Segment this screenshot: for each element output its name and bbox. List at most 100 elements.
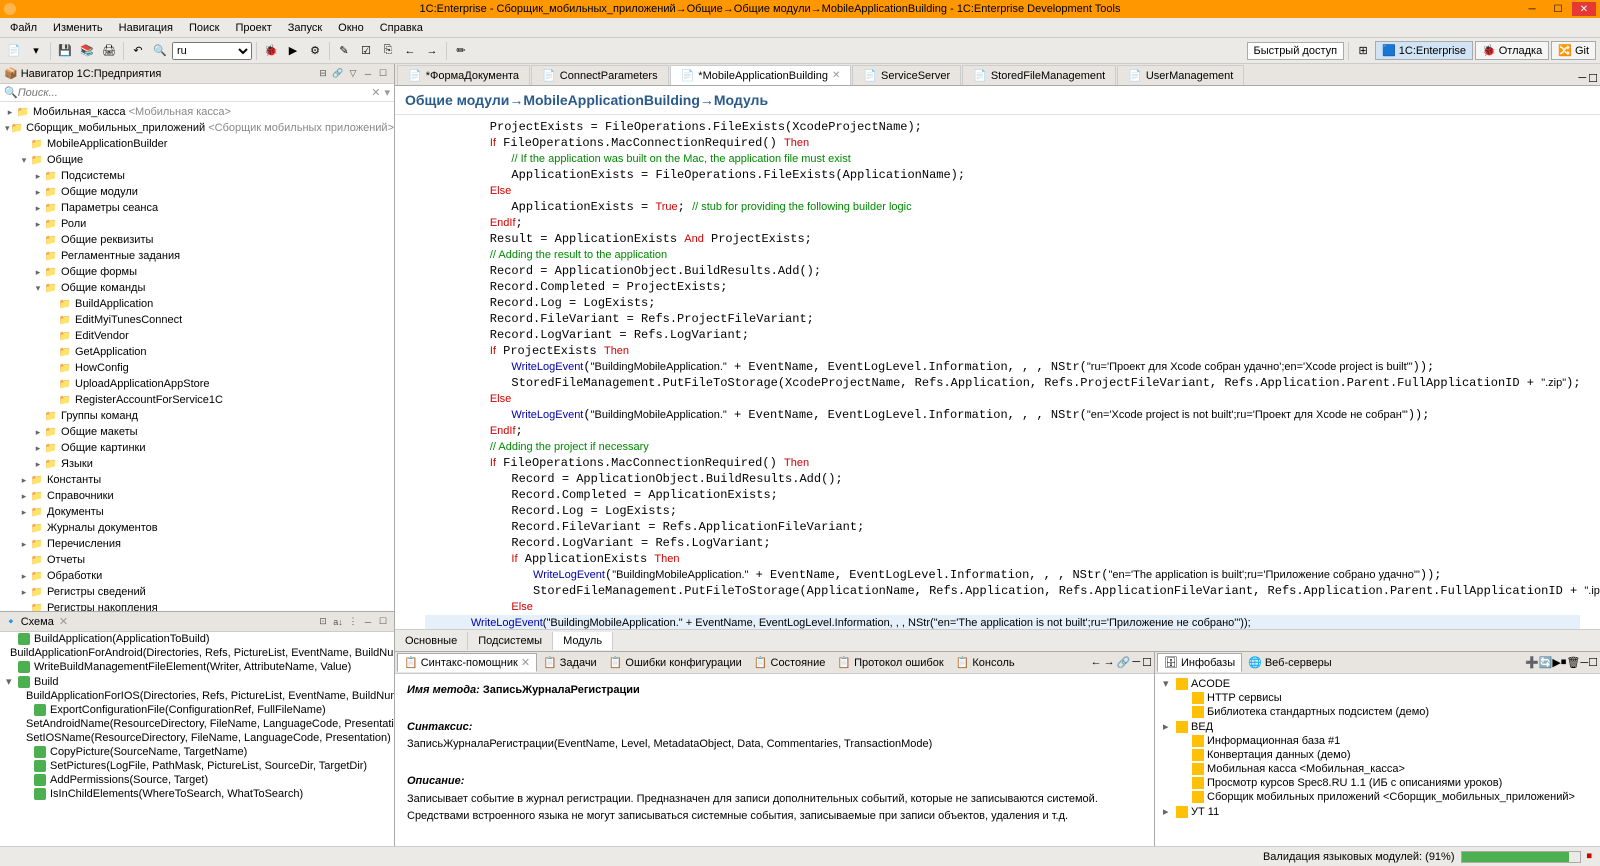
bt-link-icon[interactable]: 🔗 [1117, 656, 1131, 669]
schema-item[interactable]: WriteBuildManagementFileElement(Writer, … [0, 660, 394, 674]
infobase-item[interactable]: ▸ВЕД [1157, 719, 1598, 734]
tree-item[interactable]: ▸📁Общие модули [0, 184, 394, 200]
bt-max-icon[interactable]: ☐ [1142, 656, 1152, 669]
editor-tab[interactable]: 📄*MobileApplicationBuilding✕ [670, 65, 852, 85]
bottom-tab[interactable]: 📋Задачи [537, 654, 603, 671]
tree-item[interactable]: 📁Регистры накопления [0, 600, 394, 611]
tree-item[interactable]: ▸📁Обработки [0, 568, 394, 584]
tree-item[interactable]: ▸📁Константы [0, 472, 394, 488]
schema-max-icon[interactable]: ☐ [376, 615, 390, 629]
tree-item[interactable]: 📁Группы команд [0, 408, 394, 424]
schema-menu-icon[interactable]: ⋮ [346, 615, 360, 629]
sub-tab-Модуль[interactable]: Модуль [553, 632, 613, 650]
perspective-switcher-icon[interactable]: ⊞ [1353, 41, 1373, 61]
ib-del-icon[interactable]: 🗑 [1566, 656, 1580, 669]
help-button[interactable]: ✏ [451, 41, 471, 61]
code-editor[interactable]: ProjectExists = FileOperations.FileExist… [395, 115, 1600, 629]
highlight-button[interactable]: ✎ [334, 41, 354, 61]
schema-item[interactable]: BuildApplication(ApplicationToBuild) [0, 632, 394, 646]
tree-item[interactable]: 📁EditVendor [0, 328, 394, 344]
tree-item[interactable]: ▸📁Параметры сеанса [0, 200, 394, 216]
tree-item[interactable]: 📁UploadApplicationAppStore [0, 376, 394, 392]
close-button[interactable]: ✕ [1572, 2, 1596, 16]
infobase-item[interactable]: Мобильная касса <Мобильная_касса> [1157, 762, 1598, 776]
tree-item[interactable]: 📁Регламентные задания [0, 248, 394, 264]
schema-min-icon[interactable]: ─ [361, 615, 375, 629]
menu-Поиск[interactable]: Поиск [181, 20, 227, 36]
tree-item[interactable]: 📁GetApplication [0, 344, 394, 360]
collapse-all-icon[interactable]: ⊟ [316, 67, 330, 81]
save-button[interactable]: 💾 [55, 41, 75, 61]
search-input[interactable] [18, 87, 372, 99]
nav-back-button[interactable]: ← [400, 41, 420, 61]
infobase-item[interactable]: Информационная база #1 [1157, 734, 1598, 748]
schema-item[interactable]: SetPictures(LogFile, PathMask, PictureLi… [0, 759, 394, 773]
nav-back-icon[interactable]: ← [1091, 656, 1102, 669]
breadcrumb-path[interactable]: Общие модули→MobileApplicationBuilding→М… [405, 92, 768, 108]
tree-item[interactable]: ▸📁Справочники [0, 488, 394, 504]
editor-tab[interactable]: 📄*ФормаДокумента [397, 65, 530, 85]
infobase-item[interactable]: ▾ACODE [1157, 676, 1598, 691]
bottom-tab[interactable]: 📋Протокол ошибок [831, 654, 949, 671]
menu-Окно[interactable]: Окно [330, 20, 372, 36]
tree-item[interactable]: 📁EditMyiTunesConnect [0, 312, 394, 328]
status-stop-icon[interactable]: ⏹ [1587, 850, 1593, 863]
tabs-min-icon[interactable]: ─ [1578, 72, 1586, 85]
tree-item[interactable]: ▸📁Языки [0, 456, 394, 472]
infobase-item[interactable]: Сборщик мобильных приложений <Сборщик_мо… [1157, 790, 1598, 804]
minimize-icon[interactable]: ─ [361, 67, 375, 81]
tree-item[interactable]: ▸📁Общие картинки [0, 440, 394, 456]
maximize-icon[interactable]: ☐ [376, 67, 390, 81]
run-button[interactable]: ▶ [283, 41, 303, 61]
filter-icon[interactable]: ▽ [346, 67, 360, 81]
tree-item[interactable]: ▸📁Общие формы [0, 264, 394, 280]
tree-item[interactable]: ▸📁Перечисления [0, 536, 394, 552]
tree-item[interactable]: ▾📁Общие команды [0, 280, 394, 296]
schema-item[interactable]: SetAndroidName(ResourceDirectory, FileNa… [0, 717, 394, 731]
editor-tab[interactable]: 📄UserManagement [1117, 65, 1244, 85]
menu-Навигация[interactable]: Навигация [111, 20, 181, 36]
quick-access-field[interactable]: Быстрый доступ [1247, 42, 1345, 60]
menu-Запуск[interactable]: Запуск [280, 20, 330, 36]
nav-fwd-icon[interactable]: → [1104, 656, 1115, 669]
language-select[interactable]: ru [172, 42, 252, 60]
bt-min-icon[interactable]: ─ [1132, 656, 1140, 669]
maximize-button[interactable]: ☐ [1546, 2, 1570, 16]
bottom-tab[interactable]: 📋Консоль [950, 654, 1021, 671]
tree-item[interactable]: ▾📁Общие [0, 152, 394, 168]
schema-item[interactable]: BuildApplicationForAndroid(Directories, … [0, 646, 394, 660]
tree-item[interactable]: ▸📁Мобильная_касса <Мобильная касса> [0, 104, 394, 120]
debug-button[interactable]: 🐞 [261, 41, 281, 61]
perspective-git[interactable]: 🔀Git [1551, 41, 1596, 60]
sub-tab-Основные[interactable]: Основные [395, 632, 468, 650]
schema-sort-icon[interactable]: ⊡ [316, 615, 330, 629]
undo-button[interactable]: ↶ [128, 41, 148, 61]
schema-item[interactable]: SetIOSName(ResourceDirectory, FileName, … [0, 731, 394, 745]
ib-run-icon[interactable]: ▶ [1552, 656, 1560, 669]
menu-Файл[interactable]: Файл [2, 20, 45, 36]
tree-item[interactable]: ▸📁Общие макеты [0, 424, 394, 440]
tabs-max-icon[interactable]: ☐ [1588, 72, 1598, 85]
bottom-tab[interactable]: 📋Ошибки конфигурации [603, 654, 748, 671]
menu-Проект[interactable]: Проект [228, 20, 280, 36]
editor-tab[interactable]: 📄StoredFileManagement [962, 65, 1116, 85]
tree-item[interactable]: ▸📁Документы [0, 504, 394, 520]
infobase-item[interactable]: HTTP сервисы [1157, 691, 1598, 705]
ib-new-icon[interactable]: ➕ [1525, 656, 1539, 669]
tree-item[interactable]: 📁HowConfig [0, 360, 394, 376]
minimize-button[interactable]: ─ [1520, 2, 1544, 16]
infobase-item[interactable]: Просмотр курсов Spec8.RU 1.1 (ИБ с описа… [1157, 776, 1598, 790]
tree-item[interactable]: 📁MobileApplicationBuilder [0, 136, 394, 152]
save-all-button[interactable]: 📚 [77, 41, 97, 61]
schema-item[interactable]: ▾Build [0, 674, 394, 689]
menu-Справка[interactable]: Справка [372, 20, 431, 36]
bottom-tab[interactable]: 📋Состояние [748, 654, 832, 671]
perspective-1c[interactable]: 🟦1C:Enterprise [1375, 41, 1473, 60]
editor-tab[interactable]: 📄ConnectParameters [531, 65, 669, 85]
build-button[interactable]: ⚙ [305, 41, 325, 61]
schema-item[interactable]: IsInChildElements(WhereToSearch, WhatToS… [0, 787, 394, 801]
tree-item[interactable]: ▸📁Подсистемы [0, 168, 394, 184]
bottom-tab[interactable]: 📋Синтакс-помощник ✕ [397, 653, 537, 672]
infobase-item[interactable]: Библиотека стандартных подсистем (демо) [1157, 705, 1598, 719]
ib-min-icon[interactable]: ─ [1580, 657, 1588, 669]
